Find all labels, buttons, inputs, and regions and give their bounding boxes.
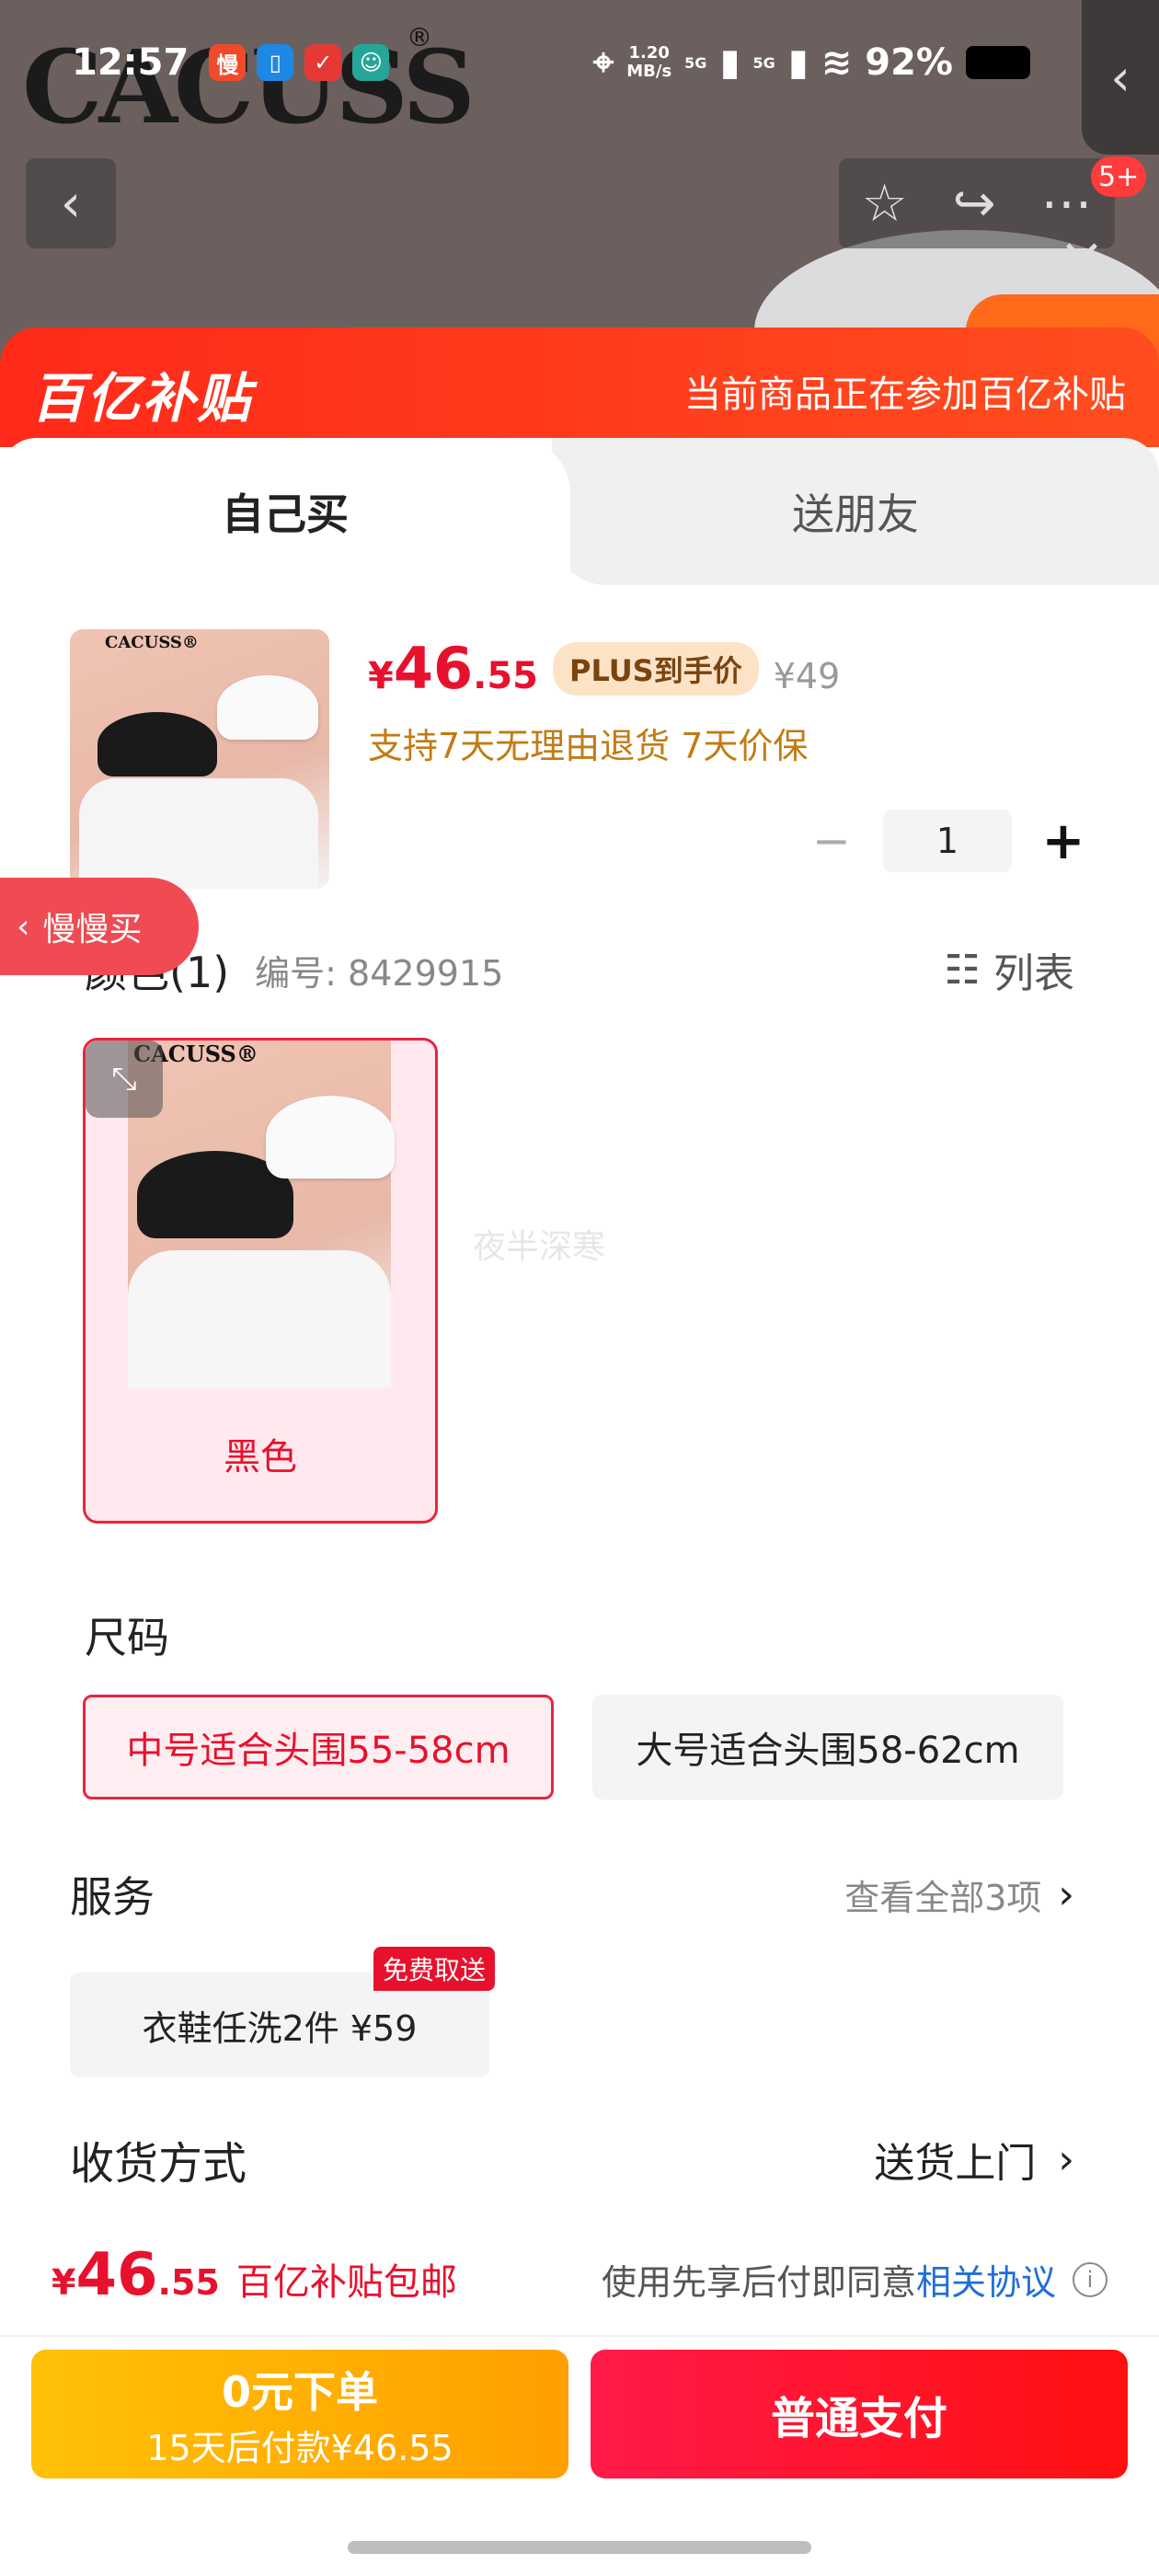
status-time: 12:57 (72, 41, 189, 84)
signal-bars-2-icon: ▮ (787, 41, 809, 84)
close-icon[interactable]: × (1054, 230, 1109, 285)
checkout-footer: ¥46.55 百亿补贴包邮 使用先享后付即同意 相关协议 i 0元下单 15天后… (0, 2195, 1159, 2576)
normal-pay-button[interactable]: 普通支付 (591, 2350, 1128, 2478)
footer-divider (0, 2335, 1159, 2337)
shipping-row[interactable]: 收货方式 送货上门 › (70, 2127, 1074, 2191)
side-collapse-tab[interactable]: ‹ (1082, 0, 1159, 155)
sku-number: 编号: 8429915 (255, 952, 504, 994)
status-right: ⌖ 1.20 MB/s 5G ▮ 5G ▮ ≋ 92% (593, 41, 1030, 84)
back-button[interactable]: ‹ (26, 158, 116, 248)
signal-5g-2-icon: 5G (752, 53, 775, 72)
list-icon: ☷ (944, 946, 981, 994)
slow-buy-tab[interactable]: ‹ 慢慢买 (0, 878, 199, 975)
app-slow-icon: 慢 (209, 44, 247, 81)
shipping-value-label: 送货上门 (874, 2140, 1037, 2187)
slow-buy-label: 慢慢买 (42, 911, 143, 949)
pay-later-subtitle: 15天后付款¥46.55 (146, 2427, 453, 2468)
color-option-image: CACUSS® (128, 1041, 395, 1388)
size-option-medium[interactable]: 中号适合头围55-58cm (83, 1695, 554, 1800)
location-icon: ⌖ (592, 41, 614, 84)
service-view-all[interactable]: 查看全部3项 › (844, 1869, 1074, 1920)
decrease-button[interactable]: − (804, 814, 859, 868)
thumbnail-brand: CACUSS® (105, 633, 199, 652)
favorite-star-icon[interactable]: ☆ (861, 174, 907, 234)
quantity-value[interactable]: 1 (883, 810, 1012, 872)
quantity-stepper: − 1 + (804, 810, 1091, 872)
thumb-black-hat (98, 712, 217, 776)
pay-later-button[interactable]: 0元下单 15天后付款¥46.55 (31, 2350, 568, 2478)
tab-buy-self[interactable]: 自己买 (0, 438, 570, 585)
subsidy-logo: 百亿补贴 (31, 367, 253, 430)
expand-image-icon[interactable]: ⤡ (86, 1041, 163, 1118)
color-option-label: 黑色 (224, 1436, 297, 1478)
total-price: ¥46.55 (52, 2241, 220, 2309)
free-shipping-label: 百亿补贴包邮 (235, 2261, 457, 2304)
share-icon[interactable]: ↪ (953, 174, 996, 234)
agreement-text: 使用先享后付即同意 相关协议 i (602, 2254, 1107, 2305)
product-thumbnail[interactable]: CACUSS® (70, 629, 329, 889)
status-app-icons: 慢 ▯ ✓ ☺ (209, 44, 390, 81)
size-title: 尺码 (85, 1613, 169, 1662)
agreement-prefix: 使用先享后付即同意 (601, 2262, 916, 2303)
service-section-header: 服务 查看全部3项 › (70, 1864, 1074, 1925)
increase-button[interactable]: + (1036, 811, 1091, 871)
app-blue-icon: ▯ (257, 44, 294, 81)
shipping-title: 收货方式 (70, 2138, 247, 2190)
chevron-left-icon: ‹ (60, 173, 82, 234)
purchase-tabs: 送朋友 自己买 (0, 438, 1159, 585)
app-red-icon: ✓ (304, 44, 342, 81)
original-price: ¥49 (773, 656, 841, 696)
service-view-all-label: 查看全部3项 (844, 1877, 1042, 1918)
subsidy-banner: 百亿补贴 当前商品正在参加百亿补贴 (0, 328, 1159, 447)
battery-icon (966, 46, 1030, 79)
list-view-toggle[interactable]: ☷ 列表 (945, 940, 1074, 999)
wifi-icon: ≋ (820, 41, 853, 84)
subsidy-tip: 当前商品正在参加百亿补贴 (684, 374, 1126, 416)
thumb-white-hat (217, 675, 318, 740)
message-badge: 5+ (1091, 156, 1147, 197)
color-option-black[interactable]: CACUSS® ⤡ 黑色 (83, 1038, 438, 1524)
signal-bars-1-icon: ▮ (719, 41, 740, 84)
chevron-left-icon: ‹ (1110, 48, 1130, 107)
watermark: 夜半深寒 (473, 1228, 606, 1266)
color-section-header: 颜色(1) 编号: 8429915 ☷ 列表 (85, 939, 1074, 1000)
list-label: 列表 (993, 950, 1074, 997)
size-option-large[interactable]: 大号适合头围58-62cm (592, 1695, 1063, 1800)
status-bar: 12:57 慢 ▯ ✓ ☺ ⌖ 1.20 MB/s 5G ▮ 5G ▮ ≋ 92% (72, 35, 1030, 90)
battery-percent: 92% (865, 41, 953, 84)
free-pickup-badge: 免费取送 (373, 1947, 496, 1991)
product-perks: 支持7天无理由退货 7天价保 (368, 726, 809, 766)
net-speed: 1.20 MB/s (626, 43, 672, 81)
current-price: ¥46.55 (368, 635, 538, 702)
total-row: ¥46.55 百亿补贴包邮 使用先享后付即同意 相关协议 i (52, 2241, 1107, 2309)
chevron-right-icon: › (1058, 1870, 1074, 1918)
chevron-left-icon: ‹ (17, 907, 30, 946)
signal-5g-1-icon: 5G (684, 53, 707, 72)
plus-price-tag: PLUS到手价 (552, 641, 759, 696)
more-dots-icon[interactable]: ⋯ (1041, 174, 1093, 234)
swatch-shirt (128, 1250, 391, 1388)
swatch-white-hat (266, 1096, 395, 1179)
service-title: 服务 (70, 1872, 155, 1922)
info-icon[interactable]: i (1073, 2261, 1107, 2297)
sku-selector-sheet: 送朋友 自己买 CACUSS® ¥46.55 PLUS到手价 ¥49 支持7天无… (0, 438, 1159, 2195)
thumb-shirt (79, 778, 318, 889)
home-indicator[interactable] (348, 2541, 811, 2554)
agreement-link[interactable]: 相关协议 (916, 2254, 1056, 2305)
pay-later-title: 0元下单 (221, 2366, 378, 2417)
chevron-right-icon: › (1058, 2135, 1074, 2183)
tab-gift-friend[interactable]: 送朋友 (552, 438, 1159, 585)
app-avatar-icon: ☺ (352, 44, 390, 81)
shipping-value: 送货上门 › (874, 2130, 1074, 2189)
product-summary: CACUSS® ¥46.55 PLUS到手价 ¥49 支持7天无理由退货 7天价… (70, 629, 1091, 896)
price-row: ¥46.55 PLUS到手价 ¥49 (368, 635, 840, 702)
